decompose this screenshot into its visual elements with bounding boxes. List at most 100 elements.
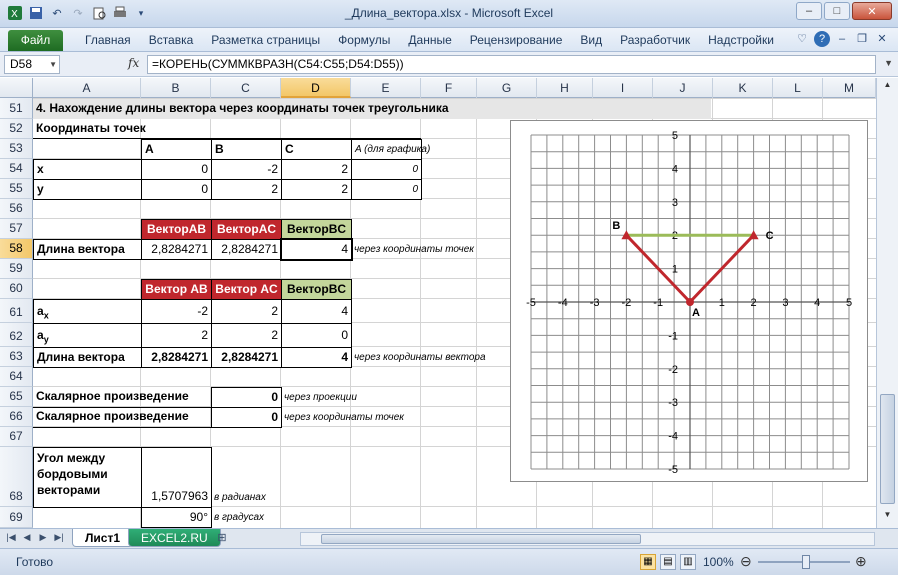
cell-d55[interactable]: 2 (281, 179, 352, 200)
col-header-g[interactable]: G (477, 78, 537, 98)
col-header-m[interactable]: M (823, 78, 876, 98)
cell-d65[interactable]: 0 (211, 387, 282, 408)
cell-c57[interactable]: ВекторAC (211, 219, 282, 240)
cell-b68[interactable]: 1,5707963 (141, 447, 212, 508)
cell-c55[interactable]: 2 (211, 179, 282, 200)
select-all-corner[interactable] (0, 78, 33, 98)
normal-view-icon[interactable]: ▦ (640, 554, 656, 570)
insert-sheet-icon[interactable]: ⊞ (214, 531, 230, 545)
minimize-icon[interactable]: – (796, 2, 822, 20)
row-header-57[interactable]: 57 (0, 219, 33, 239)
vertical-scroll-thumb[interactable] (880, 394, 895, 504)
cell-d57[interactable]: ВекторBC (281, 219, 352, 240)
tab-data[interactable]: Данные (399, 33, 460, 47)
tab-insert[interactable]: Вставка (140, 33, 203, 47)
cell-c53[interactable]: B (211, 139, 282, 160)
cell-d61[interactable]: 4 (281, 299, 352, 324)
section-heading[interactable]: 4. Нахождение длины вектора через коорди… (33, 99, 711, 119)
cell-d63[interactable]: 4 (281, 347, 352, 368)
col-header-i[interactable]: I (593, 78, 653, 98)
tab-file[interactable]: Файл (8, 30, 63, 51)
scroll-up-icon[interactable]: ▲ (880, 80, 895, 94)
doc-restore-icon[interactable]: ❐ (854, 31, 870, 47)
row-header-53[interactable]: 53 (0, 139, 33, 159)
formula-input[interactable]: =КОРЕНЬ(СУММКВРАЗН(C54:C55;D54:D55)) (147, 55, 876, 74)
tab-view[interactable]: Вид (571, 33, 611, 47)
maximize-icon[interactable]: □ (824, 2, 850, 20)
doc-minimize-icon[interactable]: – (834, 31, 850, 47)
cell-d66[interactable]: 0 (211, 407, 282, 428)
row-header-64[interactable]: 64 (0, 367, 33, 387)
cell-c62[interactable]: 2 (211, 323, 282, 348)
cell-d62[interactable]: 0 (281, 323, 352, 348)
cell-b61[interactable]: -2 (141, 299, 212, 324)
zoom-in-icon[interactable]: ⊕ (855, 553, 867, 570)
tab-developer[interactable]: Разработчик (611, 33, 699, 47)
row-header-52[interactable]: 52 (0, 119, 33, 139)
row-header-54[interactable]: 54 (0, 159, 33, 179)
cell-a55[interactable]: y (33, 179, 142, 200)
cell-e54[interactable]: 0 (351, 159, 422, 180)
cell-c58[interactable]: 2,8284271 (211, 239, 282, 260)
cell-c63[interactable]: 2,8284271 (211, 347, 282, 368)
zoom-out-icon[interactable]: ⊖ (740, 553, 752, 570)
cell-e58[interactable]: через координаты точек (351, 240, 501, 260)
horizontal-scrollbar[interactable] (300, 532, 875, 546)
chevron-down-icon[interactable]: ▼ (49, 56, 57, 73)
row-header-65[interactable]: 65 (0, 387, 33, 407)
row-header-67[interactable]: 67 (0, 427, 33, 447)
cell-c54[interactable]: -2 (211, 159, 282, 180)
first-sheet-icon[interactable]: |◀ (4, 532, 18, 543)
tab-formulas[interactable]: Формулы (329, 33, 399, 47)
cell-e63[interactable]: через координаты вектора (351, 348, 509, 368)
close-icon[interactable]: ✕ (852, 2, 892, 20)
row-header-59[interactable]: 59 (0, 259, 33, 279)
cell-e53[interactable]: A (для графика) (351, 139, 430, 160)
row-header-51[interactable]: 51 (0, 98, 33, 119)
cell-b55[interactable]: 0 (141, 179, 212, 200)
row-header-63[interactable]: 63 (0, 347, 33, 367)
name-box[interactable]: D58 ▼ (4, 55, 60, 74)
cell-a63[interactable]: Длина вектора (33, 347, 142, 368)
horizontal-scroll-thumb[interactable] (321, 534, 641, 544)
sheet-tab-list1[interactable]: Лист1 (72, 529, 134, 547)
prev-sheet-icon[interactable]: ◀ (20, 532, 34, 543)
cell-b57[interactable]: ВекторAB (141, 219, 212, 240)
minimize-ribbon-icon[interactable]: ♡ (794, 31, 810, 47)
tab-home[interactable]: Главная (76, 33, 140, 47)
col-header-e[interactable]: E (351, 78, 421, 98)
row-header-69[interactable]: 69 (0, 507, 33, 528)
cell-d60[interactable]: ВекторBC (281, 279, 352, 300)
row-header-58[interactable]: 58 (0, 239, 33, 259)
cell-c60[interactable]: Вектор AC (211, 279, 282, 300)
row-header-60[interactable]: 60 (0, 279, 33, 299)
cell-b69[interactable]: 90° (141, 507, 212, 528)
points-heading[interactable]: Координаты точек (33, 119, 421, 139)
row-header-62[interactable]: 62 (0, 323, 33, 347)
col-header-d[interactable]: D (281, 78, 351, 98)
insert-function-icon[interactable]: fx (128, 56, 139, 70)
tab-review[interactable]: Рецензирование (461, 33, 572, 47)
vertical-scrollbar[interactable]: ▲ ▼ (876, 78, 898, 528)
cell-b58[interactable]: 2,8284271 (141, 239, 212, 260)
doc-close-icon[interactable]: ✕ (874, 31, 890, 47)
cell-b60[interactable]: Вектор AB (141, 279, 212, 300)
row-header-56[interactable]: 56 (0, 199, 33, 219)
last-sheet-icon[interactable]: ▶| (52, 532, 66, 543)
row-header-61[interactable]: 61 (0, 299, 33, 323)
cell-c69[interactable]: в градусах (211, 508, 291, 528)
col-header-a[interactable]: A (33, 78, 141, 98)
tab-page-layout[interactable]: Разметка страницы (202, 33, 329, 47)
page-break-view-icon[interactable]: ▥ (680, 554, 696, 570)
zoom-slider-thumb[interactable] (802, 555, 810, 569)
row-header-68[interactable]: 68 (0, 447, 33, 507)
cell-a54[interactable]: x (33, 159, 142, 180)
row-header-55[interactable]: 55 (0, 179, 33, 199)
col-header-j[interactable]: J (653, 78, 713, 98)
cell-b54[interactable]: 0 (141, 159, 212, 180)
cell-e65[interactable]: через проекции (281, 388, 421, 408)
scroll-down-icon[interactable]: ▼ (880, 510, 895, 524)
cell-b62[interactable]: 2 (141, 323, 212, 348)
cell-a61[interactable]: ax (33, 299, 142, 324)
cell-e55[interactable]: 0 (351, 179, 422, 200)
